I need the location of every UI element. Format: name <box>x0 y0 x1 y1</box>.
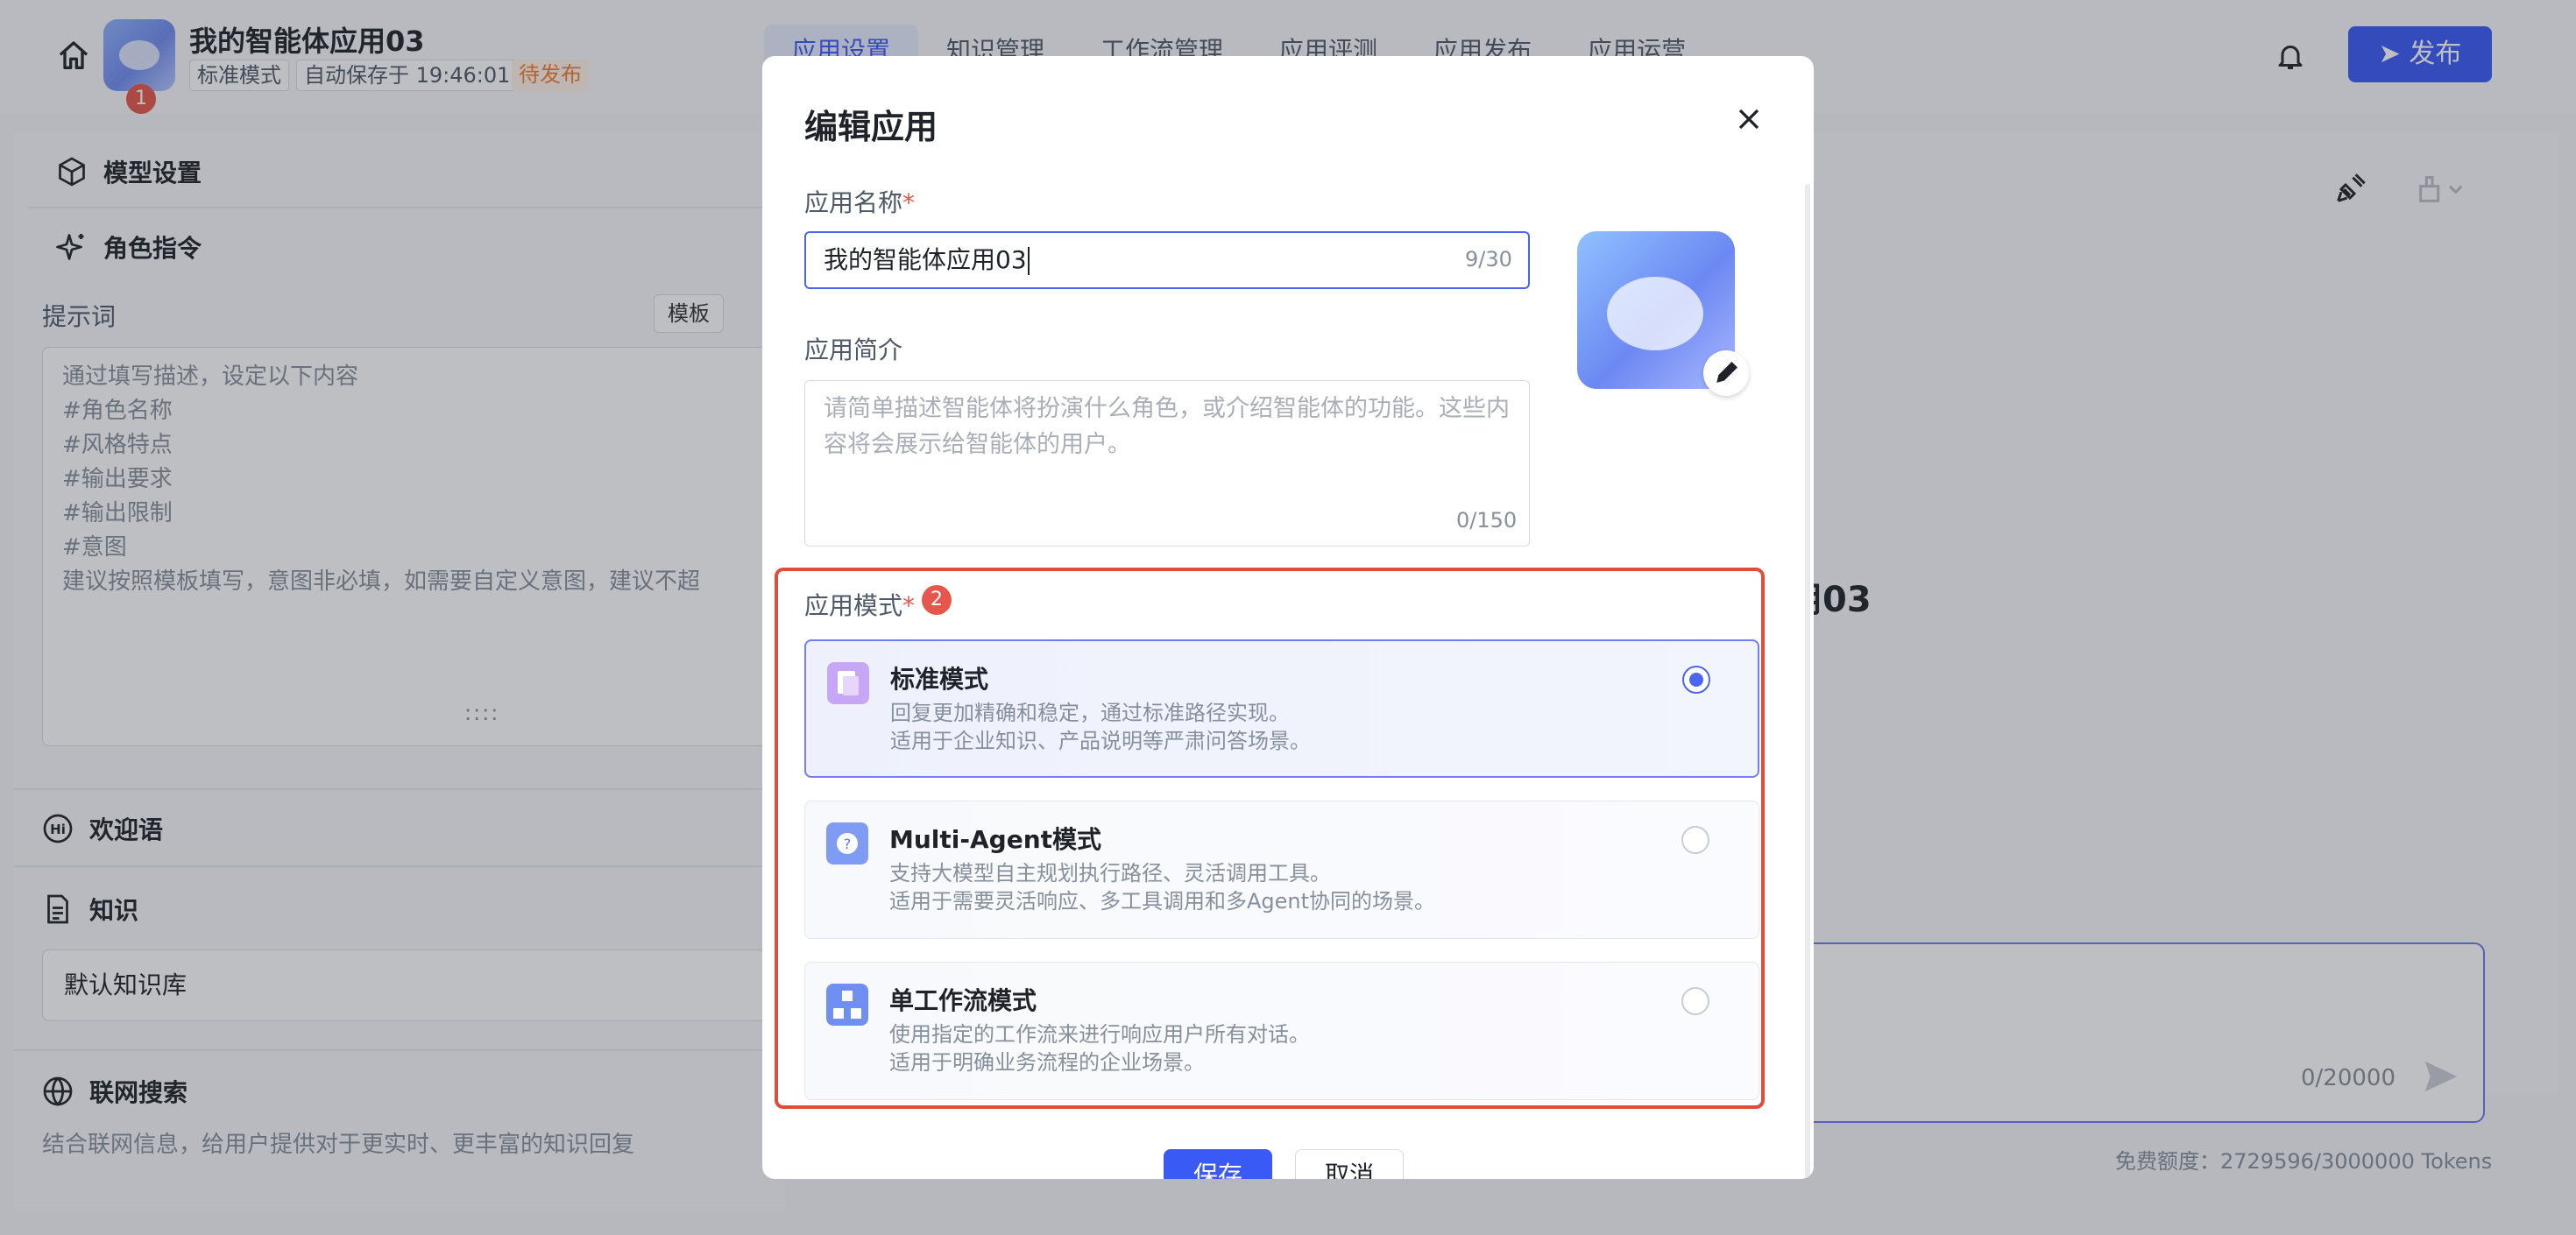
mode-description: 使用指定的工作流来进行响应用户所有对话。 适用于明确业务流程的企业场景。 <box>889 1020 1310 1076</box>
text-caret <box>1027 247 1030 275</box>
mode-desc-line: 适用于明确业务流程的企业场景。 <box>889 1050 1205 1075</box>
mode-description: 支持大模型自主规划执行路径、灵活调用工具。适用于需要灵活响应、多工具调用和多Ag… <box>889 859 1435 915</box>
label-text: 应用名称 <box>804 188 903 217</box>
mode-desc-line: 支持大模型自主规划执行路径、灵活调用工具。 <box>889 861 1331 886</box>
mode-option-standard[interactable]: 标准模式 回复更加精确和稳定，通过标准路径实现。 适用于企业知识、产品说明等严肃问… <box>804 639 1759 778</box>
dialog-scrollbar[interactable] <box>1805 184 1810 1179</box>
close-icon[interactable] <box>1731 102 1766 137</box>
mode-radio[interactable] <box>1682 666 1710 694</box>
pencil-icon <box>1716 362 1737 383</box>
mode-title: 单工作流模式 <box>889 986 1037 1015</box>
mode-title: Multi-Agent模式 <box>889 825 1102 854</box>
mode-desc-line: 适用于需要灵活响应、多工具调用和多Agent协同的场景。 <box>889 889 1436 914</box>
mode-description: 回复更加精确和稳定，通过标准路径实现。 适用于企业知识、产品说明等严肃问答场景。 <box>890 699 1311 755</box>
app-desc-placeholder: 请简单描述智能体将扮演什么角色，或介绍智能体的功能。这些内容将会展示给智能体的用… <box>824 395 1510 458</box>
app-name-label: 应用名称* <box>804 184 915 219</box>
app-mode-label: 应用模式* <box>804 587 915 622</box>
mode-title: 标准模式 <box>890 665 989 694</box>
app-desc-count: 0/150 <box>1456 508 1518 533</box>
mode-desc-line: 适用于企业知识、产品说明等严肃问答场景。 <box>890 729 1311 753</box>
multi-agent-icon: ? <box>826 822 868 864</box>
edit-icon-button[interactable] <box>1703 350 1749 396</box>
cancel-button[interactable]: 取消 <box>1295 1149 1404 1179</box>
mode-radio[interactable] <box>1681 987 1709 1015</box>
app-desc-label: 应用简介 <box>804 335 903 364</box>
app-name-count: 9/30 <box>1465 247 1512 272</box>
mode-desc-line: 回复更加精确和稳定，通过标准路径实现。 <box>890 701 1290 725</box>
app-background: 1 我的智能体应用03 标准模式 自动保存于 19:46:01 待发布 应用设置… <box>0 0 2576 1235</box>
workflow-icon <box>826 984 868 1026</box>
edit-app-dialog: 编辑应用 应用名称* 我的智能体应用03 9/30 应用简介 请简单描述智能体将… <box>762 56 1814 1179</box>
required-mark: * <box>902 591 916 620</box>
standard-mode-icon <box>827 662 869 704</box>
mode-radio[interactable] <box>1681 826 1709 854</box>
mode-option-multi-agent[interactable]: ? Multi-Agent模式 支持大模型自主规划执行路径、灵活调用工具。适用于… <box>804 801 1759 939</box>
svg-text:?: ? <box>844 836 852 852</box>
mode-option-single-workflow[interactable]: 单工作流模式 使用指定的工作流来进行响应用户所有对话。 适用于明确业务流程的企业场… <box>804 962 1759 1100</box>
app-icon-shape <box>1607 277 1703 350</box>
dialog-title: 编辑应用 <box>804 108 938 146</box>
label-text: 应用模式 <box>804 591 903 620</box>
app-name-text: 我的智能体应用03 <box>824 245 1027 274</box>
save-button[interactable]: 保存 <box>1164 1149 1272 1179</box>
step-badge-2: 2 <box>922 585 952 615</box>
mode-desc-line: 使用指定的工作流来进行响应用户所有对话。 <box>889 1022 1310 1047</box>
required-mark: * <box>902 188 916 217</box>
app-name-value: 我的智能体应用03 <box>824 243 1030 277</box>
